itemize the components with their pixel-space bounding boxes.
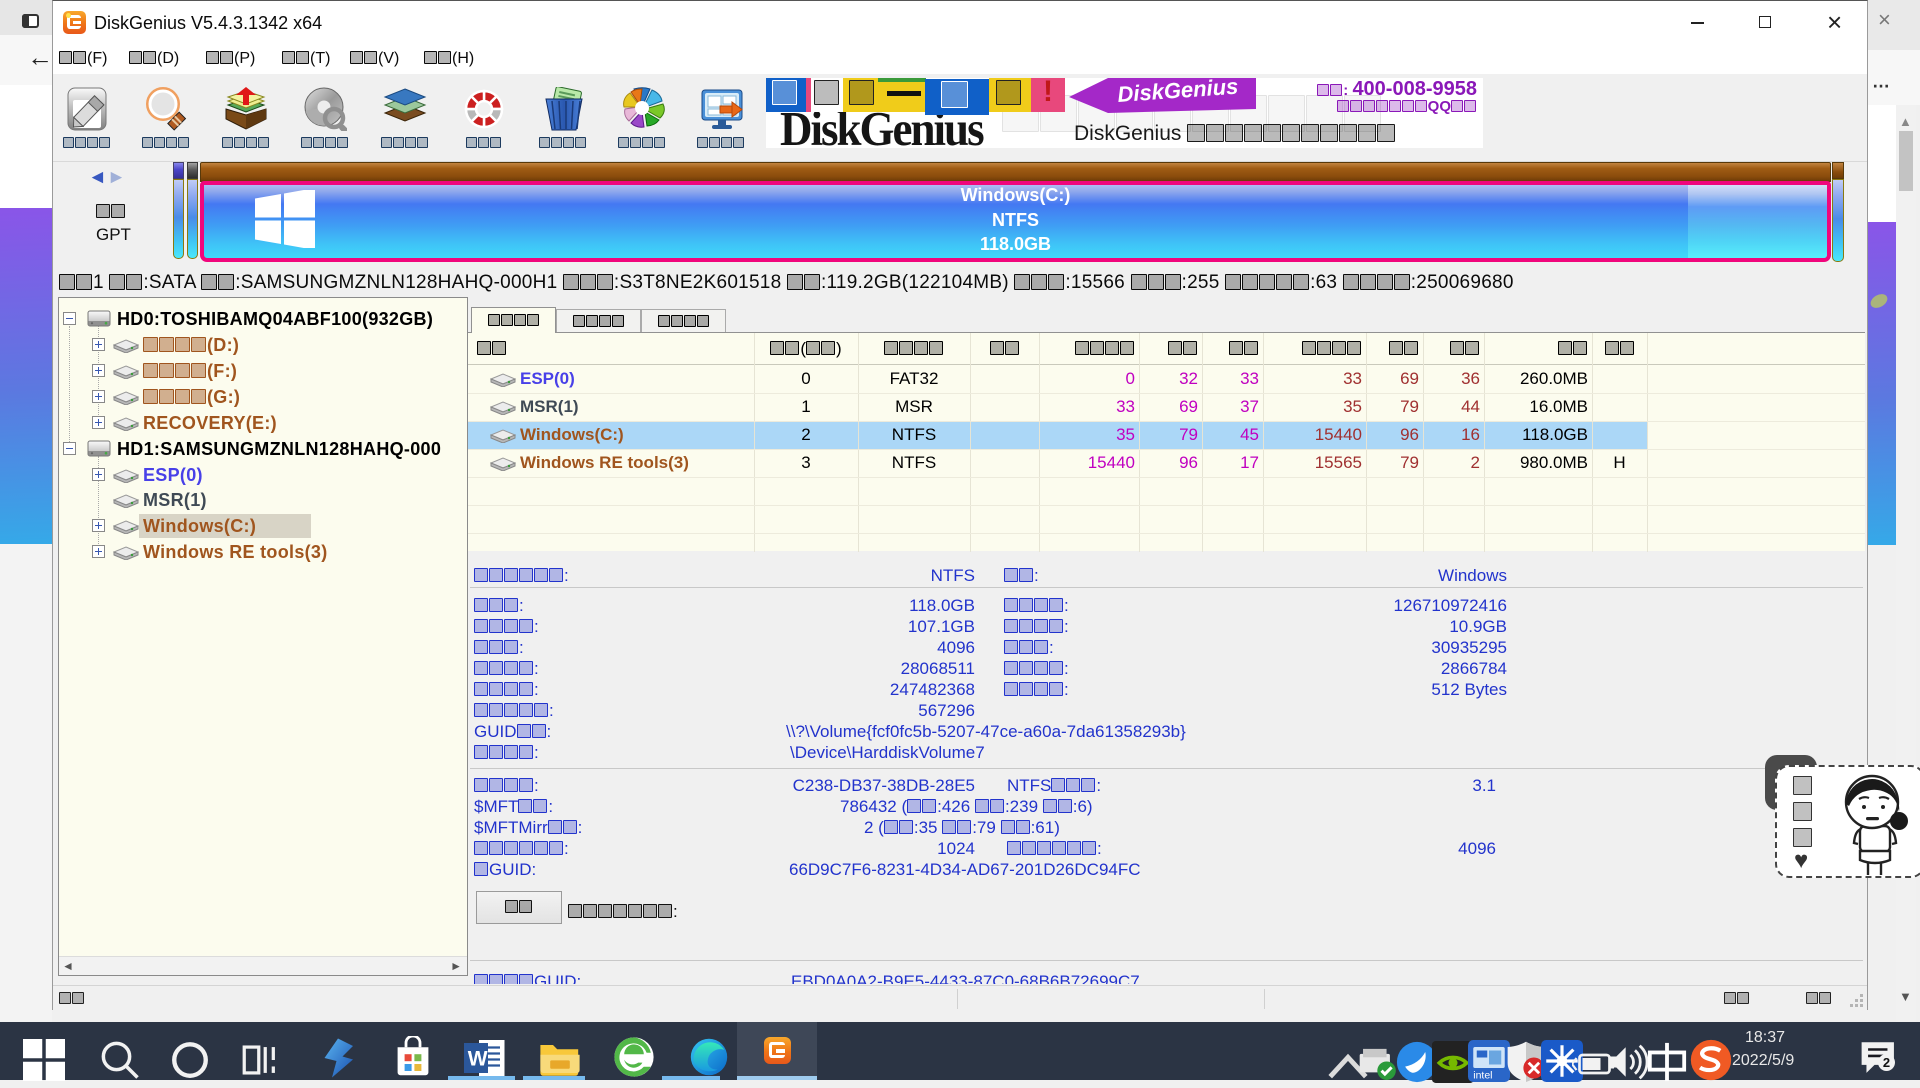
svg-text:W: W (468, 1048, 488, 1071)
